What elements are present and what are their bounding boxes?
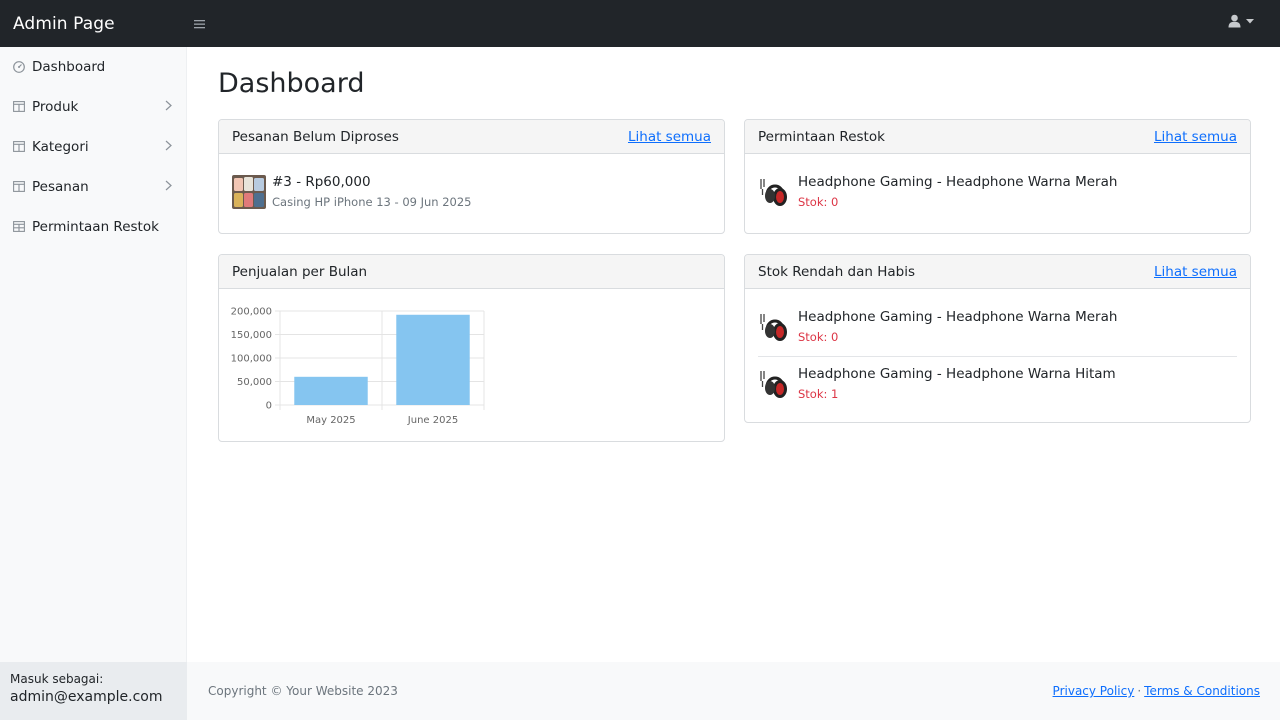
y-tick-label: 100,000 <box>231 354 272 365</box>
list-item[interactable]: Headphone Gaming - Headphone Warna Hitam… <box>745 366 1250 401</box>
card-header: Penjualan per Bulan <box>219 255 724 289</box>
terms-link[interactable]: Terms & Conditions <box>1144 684 1260 698</box>
sales-bar-chart: 0 50,000 100,000 150,000 200,000 May 2025 Jun… <box>231 307 485 426</box>
product-title: Headphone Gaming - Headphone Warna Hitam <box>798 366 1116 382</box>
card-title: Penjualan per Bulan <box>232 263 368 280</box>
pending-orders-card: Pesanan Belum Diproses Lihat semua #3 - … <box>218 119 725 234</box>
sidebar: Dashboard Produk Kategori Pesanan Permin… <box>0 47 187 720</box>
y-tick-label: 0 <box>266 401 272 412</box>
sidebar-item-produk[interactable]: Produk <box>0 87 186 127</box>
logged-in-info: Masuk sebagai: admin@example.com <box>0 662 187 720</box>
stock-text: Stok: 0 <box>798 195 839 209</box>
stock-text: Stok: 0 <box>798 330 839 344</box>
list-item[interactable]: #3 - Rp60,000 Casing HP iPhone 13 - 09 J… <box>219 174 724 209</box>
sidebar-item-pesanan[interactable]: Pesanan <box>0 167 186 207</box>
sidebar-item-label: Pesanan <box>32 179 89 195</box>
headphone-thumbnail-icon <box>760 313 787 341</box>
bar[interactable] <box>294 376 368 405</box>
card-header: Pesanan Belum Diproses Lihat semua <box>219 120 724 154</box>
list-item[interactable]: Headphone Gaming - Headphone Warna Merah… <box>745 174 1250 209</box>
see-all-link[interactable]: Lihat semua <box>1154 264 1237 280</box>
sidebar-item-dashboard[interactable]: Dashboard <box>0 47 186 87</box>
chevron-right-icon <box>165 180 172 195</box>
sidebar-item-label: Kategori <box>32 139 89 155</box>
privacy-policy-link[interactable]: Privacy Policy <box>1053 684 1135 698</box>
hamburger-icon <box>194 19 205 28</box>
low-stock-card: Stok Rendah dan Habis Lihat semua Headph… <box>744 254 1251 423</box>
sidebar-item-label: Produk <box>32 99 79 115</box>
columns-icon <box>13 181 25 193</box>
navbar-brand[interactable]: Admin Page <box>0 14 186 34</box>
caret-down-icon <box>1246 18 1254 23</box>
headphone-thumbnail-icon <box>760 178 787 206</box>
footer-links: Privacy Policy · Terms & Conditions <box>1053 684 1260 698</box>
y-tick-label: 50,000 <box>237 377 272 388</box>
headphone-thumbnail-icon <box>760 370 787 398</box>
product-thumbnail-icon <box>232 174 266 209</box>
copyright-text: Copyright © Your Website 2023 <box>208 684 398 698</box>
bar[interactable] <box>396 314 470 405</box>
user-icon <box>1228 14 1241 28</box>
product-title: Headphone Gaming - Headphone Warna Merah <box>798 309 1118 325</box>
card-header: Permintaan Restok Lihat semua <box>745 120 1250 154</box>
columns-icon <box>13 101 25 113</box>
list-item[interactable]: Headphone Gaming - Headphone Warna Merah… <box>745 309 1250 344</box>
logged-in-label: Masuk sebagai: <box>10 672 104 686</box>
user-menu-button[interactable] <box>1228 14 1254 28</box>
sidebar-item-permintaan-restok[interactable]: Permintaan Restok <box>0 207 186 247</box>
restock-requests-card: Permintaan Restok Lihat semua Headphone … <box>744 119 1251 234</box>
x-tick-label: June 2025 <box>407 415 458 426</box>
sidebar-item-label: Dashboard <box>32 59 106 75</box>
sidebar-item-label: Permintaan Restok <box>32 219 159 235</box>
main-content: Dashboard Pesanan Belum Diproses Lihat s… <box>187 47 1280 662</box>
stock-text: Stok: 1 <box>798 387 839 401</box>
card-title: Pesanan Belum Diproses <box>232 128 399 145</box>
y-tick-label: 150,000 <box>231 330 272 341</box>
chevron-right-icon <box>165 100 172 115</box>
table-icon <box>13 221 25 233</box>
sales-chart-card: Penjualan per Bulan 0 50,000 100,000 150,00… <box>218 254 725 442</box>
sidebar-toggle-button[interactable] <box>186 15 205 33</box>
footer-separator: · <box>1137 684 1142 698</box>
x-tick-label: May 2025 <box>306 415 355 426</box>
see-all-link[interactable]: Lihat semua <box>1154 129 1237 145</box>
card-header: Stok Rendah dan Habis Lihat semua <box>745 255 1250 289</box>
see-all-link[interactable]: Lihat semua <box>628 129 711 145</box>
y-tick-label: 200,000 <box>231 307 272 318</box>
sidebar-item-kategori[interactable]: Kategori <box>0 127 186 167</box>
top-navbar: Admin Page <box>0 0 1280 47</box>
divider <box>758 356 1237 357</box>
chevron-right-icon <box>165 140 172 155</box>
product-title: Headphone Gaming - Headphone Warna Merah <box>798 174 1118 190</box>
logged-in-email: admin@example.com <box>10 689 163 705</box>
card-title: Permintaan Restok <box>758 128 885 145</box>
card-title: Stok Rendah dan Habis <box>758 263 916 280</box>
page-footer: Copyright © Your Website 2023 Privacy Po… <box>187 662 1280 720</box>
page-title: Dashboard <box>218 68 365 99</box>
columns-icon <box>13 141 25 153</box>
gauge-icon <box>13 61 25 73</box>
order-title: #3 - Rp60,000 <box>272 174 371 190</box>
order-subtitle: Casing HP iPhone 13 - 09 Jun 2025 <box>272 195 472 209</box>
